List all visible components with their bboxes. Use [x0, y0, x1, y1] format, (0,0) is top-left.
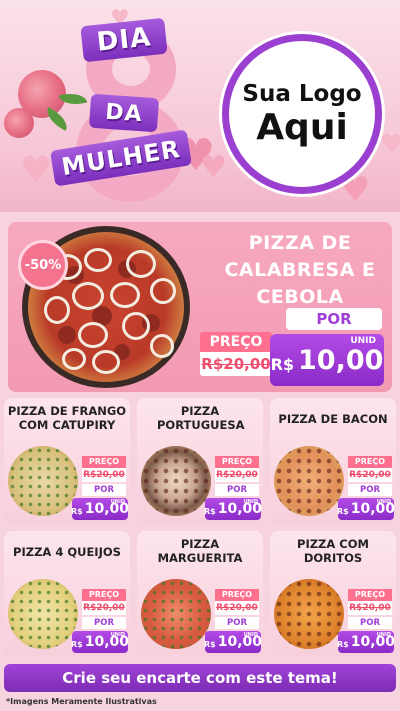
product-card[interactable]: PIZZA MARGUERITA PREÇO R$20,00 POR UNID … — [137, 531, 263, 657]
unit-label: UNID — [376, 499, 391, 505]
product-card[interactable]: PIZZA DE FRANGO COM CATUPIRY PREÇO R$20,… — [4, 398, 130, 524]
currency-symbol: R$ — [203, 506, 216, 516]
new-price: UNID R$ 10,00 — [203, 498, 262, 520]
currency-symbol: R$ — [270, 354, 295, 374]
old-price: R$20,00 — [348, 601, 392, 615]
preco-label: PREÇO — [82, 456, 126, 468]
product-title: PIZZA PORTUGUESA — [157, 404, 245, 432]
price-value: 10,00 — [298, 344, 384, 376]
unit-label: UNID — [243, 499, 258, 505]
preco-label: PREÇO — [215, 589, 259, 601]
new-price: UNID R$ 10,00 — [203, 631, 262, 653]
featured-offer[interactable]: -50% PIZZA DE CALABRESA E CEBOLA POR PRE… — [8, 222, 392, 392]
product-title: PIZZA MARGUERITA — [157, 537, 243, 565]
rose-decoration — [4, 108, 34, 138]
unit-label: UNID — [376, 632, 391, 638]
old-price: R$20,00 — [215, 468, 259, 482]
old-price: R$20,00 — [82, 601, 126, 615]
unit-label: UNID — [350, 336, 376, 346]
por-label: POR — [215, 617, 259, 629]
pizza-image — [8, 446, 78, 516]
unit-label: UNID — [110, 499, 125, 505]
pizza-image — [141, 579, 211, 649]
product-card[interactable]: PIZZA 4 QUEIJOS PREÇO R$20,00 POR UNID R… — [4, 531, 130, 657]
preco-label: PREÇO — [215, 456, 259, 468]
product-card[interactable]: PIZZA COM DORITOS PREÇO R$20,00 POR UNID… — [270, 531, 396, 657]
logo-placeholder[interactable]: Sua Logo Aqui — [222, 34, 382, 194]
por-label: POR — [82, 617, 126, 629]
new-price: UNID R$ 10,00 — [336, 631, 395, 653]
pizza-image — [274, 579, 344, 649]
new-price: UNID R$ 10,00 — [70, 498, 129, 520]
disclaimer-text: *Imagens Meramente Ilustrativas — [6, 697, 157, 706]
discount-badge: -50% — [18, 240, 68, 290]
unit-label: UNID — [243, 632, 258, 638]
heart-icon: ♥ — [380, 130, 400, 160]
header-banner: ♥ ♥ ♥ ♥ ♥ ♥ ♥ DIA DA MULHER Sua Logo Aqu… — [0, 0, 400, 212]
product-title: PIZZA DE FRANGO COM CATUPIRY — [7, 404, 127, 432]
featured-product-title: PIZZA DE CALABRESA E CEBOLA — [224, 232, 376, 308]
new-price: UNID R$ 10,00 — [336, 498, 395, 520]
preco-label: PREÇO — [348, 456, 392, 468]
pizza-image — [8, 579, 78, 649]
old-price: R$20,00 — [82, 468, 126, 482]
por-label: POR — [82, 484, 126, 496]
product-card[interactable]: PIZZA PORTUGUESA PREÇO R$20,00 POR UNID … — [137, 398, 263, 524]
featured-old-price: R$20,00 — [200, 352, 272, 376]
por-label: POR — [348, 484, 392, 496]
pizza-image — [274, 446, 344, 516]
currency-symbol: R$ — [70, 639, 83, 649]
currency-symbol: R$ — [203, 639, 216, 649]
old-price: R$20,00 — [348, 468, 392, 482]
logo-text-line2: Aqui — [256, 107, 348, 148]
preco-label: PREÇO — [82, 589, 126, 601]
heart-icon: ♥ — [200, 150, 227, 185]
logo-text-line1: Sua Logo — [242, 81, 362, 107]
create-flyer-button[interactable]: Crie seu encarte com este tema! — [4, 664, 396, 692]
product-title: PIZZA COM DORITOS — [297, 537, 369, 565]
featured-new-price: UNID R$ 10,00 — [270, 334, 384, 386]
preco-label: PREÇO — [348, 589, 392, 601]
por-label: POR — [348, 617, 392, 629]
featured-por-label: POR — [286, 308, 382, 330]
heart-icon: ♥ — [20, 150, 53, 191]
featured-preco-label: PREÇO — [200, 332, 272, 352]
por-label: POR — [215, 484, 259, 496]
product-title: PIZZA 4 QUEIJOS — [13, 545, 121, 559]
currency-symbol: R$ — [70, 506, 83, 516]
unit-label: UNID — [110, 632, 125, 638]
currency-symbol: R$ — [336, 506, 349, 516]
currency-symbol: R$ — [336, 639, 349, 649]
old-price: R$20,00 — [215, 601, 259, 615]
pizza-image — [141, 446, 211, 516]
product-card[interactable]: PIZZA DE BACON PREÇO R$20,00 POR UNID R$… — [270, 398, 396, 524]
product-title: PIZZA DE BACON — [278, 412, 388, 426]
title-ribbon-da: DA — [88, 93, 160, 133]
new-price: UNID R$ 10,00 — [70, 631, 129, 653]
